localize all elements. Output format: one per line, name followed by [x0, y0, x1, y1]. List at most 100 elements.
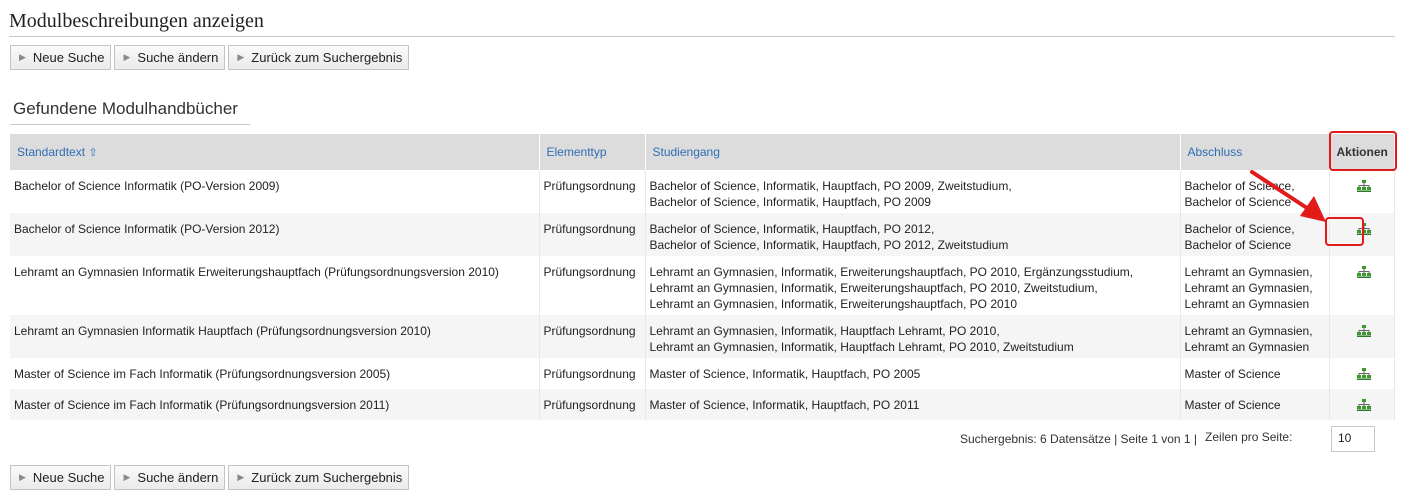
sort-up-icon: ⇧ — [88, 147, 98, 159]
cell-studiengang: Bachelor of Science, Informatik, Hauptfa… — [645, 213, 1181, 256]
table-row: Lehramt an Gymnasien Informatik Hauptfac… — [10, 315, 1395, 358]
cell-aktionen — [1329, 358, 1395, 389]
cell-studiengang: Lehramt an Gymnasien, Informatik, Hauptf… — [645, 315, 1181, 358]
cell-standardtext: Bachelor of Science Informatik (PO-Versi… — [10, 170, 540, 213]
header-abschluss[interactable]: Abschluss — [1180, 134, 1330, 170]
table-row: Bachelor of Science Informatik (PO-Versi… — [10, 213, 1395, 256]
studiengang-line: Lehramt an Gymnasien, Informatik, Erweit… — [649, 297, 1018, 311]
show-module-tree-button[interactable] — [1353, 399, 1371, 414]
header-studiengang[interactable]: Studiengang — [645, 134, 1181, 170]
header-elementtyp[interactable]: Elementtyp — [539, 134, 646, 170]
cell-aktionen — [1329, 170, 1395, 213]
header-studiengang-link[interactable]: Studiengang — [653, 145, 720, 159]
abschluss-line: Lehramt an Gymnasien, — [1184, 265, 1313, 279]
pagination-info: Suchergebnis: 6 Datensätze | Seite 1 von… — [960, 430, 1293, 446]
show-module-tree-button[interactable] — [1353, 266, 1371, 281]
cell-abschluss: Master of Science — [1180, 389, 1330, 420]
cell-standardtext: Lehramt an Gymnasien Informatik Erweiter… — [10, 256, 540, 315]
page-title: Modulbeschreibungen anzeigen — [9, 10, 1395, 37]
studiengang-line: Lehramt an Gymnasien, Informatik, Hauptf… — [649, 324, 1000, 338]
play-arrow-icon: ▶ — [123, 472, 131, 482]
new-search-label: Neue Suche — [32, 50, 105, 65]
cell-abschluss: Lehramt an Gymnasien, Lehramt an Gymnasie… — [1180, 315, 1330, 358]
abschluss-line: Lehramt an Gymnasien, — [1184, 281, 1313, 295]
abschluss-line: Master of Science — [1184, 398, 1281, 412]
cell-abschluss: Master of Science — [1180, 358, 1330, 389]
module-tree-icon — [1356, 266, 1371, 278]
back-to-results-button[interactable]: ▶ Zurück zum Suchergebnis — [228, 45, 410, 70]
abschluss-line: Lehramt an Gymnasien — [1184, 340, 1310, 354]
table-row: Lehramt an Gymnasien Informatik Erweiter… — [10, 256, 1395, 315]
abschluss-line: Lehramt an Gymnasien, — [1184, 324, 1313, 338]
studiengang-line: Bachelor of Science, Informatik, Hauptfa… — [649, 222, 935, 236]
module-tree-icon — [1356, 325, 1371, 337]
cell-studiengang: Master of Science, Informatik, Hauptfach… — [645, 389, 1181, 420]
table-row: Bachelor of Science Informatik (PO-Versi… — [10, 170, 1395, 213]
back-to-results-label: Zurück zum Suchergebnis — [251, 470, 403, 485]
new-search-button[interactable]: ▶ Neue Suche — [10, 465, 112, 490]
show-module-tree-button[interactable] — [1353, 368, 1371, 383]
abschluss-line: Master of Science — [1184, 367, 1281, 381]
cell-elementtyp: Prüfungsordnung — [539, 213, 646, 256]
section-title: Gefundene Modulhandbücher — [10, 99, 250, 125]
studiengang-line: Master of Science, Informatik, Hauptfach… — [649, 367, 921, 381]
header-standardtext-link[interactable]: Standardtext ⇧ — [17, 145, 98, 159]
cell-elementtyp: Prüfungsordnung — [539, 170, 646, 213]
abschluss-line: Lehramt an Gymnasien — [1184, 297, 1310, 311]
studiengang-line: Master of Science, Informatik, Hauptfach… — [649, 398, 920, 412]
module-tree-icon — [1356, 399, 1371, 411]
top-button-bar: ▶ Neue Suche ▶ Suche ändern ▶ Zurück zum Su… — [10, 45, 410, 70]
cell-abschluss: Bachelor of Science, Bachelor of Science — [1180, 213, 1330, 256]
cell-studiengang: Lehramt an Gymnasien, Informatik, Erweit… — [645, 256, 1181, 315]
module-tree-icon — [1356, 180, 1371, 192]
back-to-results-button[interactable]: ▶ Zurück zum Suchergebnis — [228, 465, 410, 490]
abschluss-line: Bachelor of Science, — [1184, 179, 1295, 193]
cell-aktionen — [1329, 389, 1395, 420]
cell-studiengang: Master of Science, Informatik, Hauptfach… — [645, 358, 1181, 389]
play-arrow-icon: ▶ — [237, 52, 245, 62]
abschluss-line: Bachelor of Science — [1184, 238, 1292, 252]
cell-elementtyp: Prüfungsordnung — [539, 389, 646, 420]
studiengang-line: Bachelor of Science, Informatik, Hauptfa… — [649, 238, 1009, 252]
header-abschluss-link[interactable]: Abschluss — [1188, 145, 1243, 159]
rows-per-page-input[interactable]: 10 — [1331, 426, 1375, 452]
cell-standardtext: Bachelor of Science Informatik (PO-Versi… — [10, 213, 540, 256]
cell-studiengang: Bachelor of Science, Informatik, Hauptfa… — [645, 170, 1181, 213]
change-search-button[interactable]: ▶ Suche ändern — [114, 465, 226, 490]
studiengang-line: Bachelor of Science, Informatik, Hauptfa… — [649, 179, 1012, 193]
new-search-label: Neue Suche — [32, 470, 105, 485]
bottom-button-bar: ▶ Neue Suche ▶ Suche ändern ▶ Zurück zum Su… — [10, 465, 410, 490]
header-standardtext[interactable]: Standardtext ⇧ — [10, 134, 540, 170]
play-arrow-icon: ▶ — [19, 52, 26, 62]
cell-standardtext: Master of Science im Fach Informatik (Pr… — [10, 389, 540, 420]
cell-aktionen — [1329, 256, 1395, 315]
change-search-button[interactable]: ▶ Suche ändern — [114, 45, 226, 70]
row-action-highlight — [1325, 217, 1364, 246]
table-row: Master of Science im Fach Informatik (Pr… — [10, 389, 1395, 420]
header-elementtyp-link[interactable]: Elementtyp — [547, 145, 607, 159]
studiengang-line: Lehramt an Gymnasien, Informatik, Hauptf… — [649, 340, 1074, 354]
cell-standardtext: Master of Science im Fach Informatik (Pr… — [10, 358, 540, 389]
play-arrow-icon: ▶ — [19, 472, 26, 482]
studiengang-line: Lehramt an Gymnasien, Informatik, Erweit… — [649, 281, 1098, 295]
play-arrow-icon: ▶ — [237, 472, 245, 482]
show-module-tree-button[interactable] — [1353, 180, 1371, 195]
table-header-row: Standardtext ⇧ Elementtyp Studiengang Ab… — [10, 134, 1395, 170]
cell-abschluss: Lehramt an Gymnasien, Lehramt an Gymnasie… — [1180, 256, 1330, 315]
play-arrow-icon: ▶ — [123, 52, 131, 62]
aktionen-header-highlight — [1329, 131, 1397, 171]
cell-aktionen — [1329, 315, 1395, 358]
rows-per-page-label: Zeilen pro Seite: — [1205, 430, 1293, 444]
studiengang-line: Bachelor of Science, Informatik, Hauptfa… — [649, 195, 931, 209]
pagination-summary: Suchergebnis: 6 Datensätze | Seite 1 von… — [960, 432, 1198, 446]
change-search-label: Suche ändern — [137, 470, 219, 485]
cell-elementtyp: Prüfungsordnung — [539, 358, 646, 389]
cell-elementtyp: Prüfungsordnung — [539, 315, 646, 358]
cell-elementtyp: Prüfungsordnung — [539, 256, 646, 315]
studiengang-line: Lehramt an Gymnasien, Informatik, Erweit… — [649, 265, 1134, 279]
results-table: Standardtext ⇧ Elementtyp Studiengang Ab… — [10, 134, 1395, 420]
table-row: Master of Science im Fach Informatik (Pr… — [10, 358, 1395, 389]
show-module-tree-button[interactable] — [1353, 325, 1371, 340]
abschluss-line: Bachelor of Science — [1184, 195, 1292, 209]
new-search-button[interactable]: ▶ Neue Suche — [10, 45, 112, 70]
